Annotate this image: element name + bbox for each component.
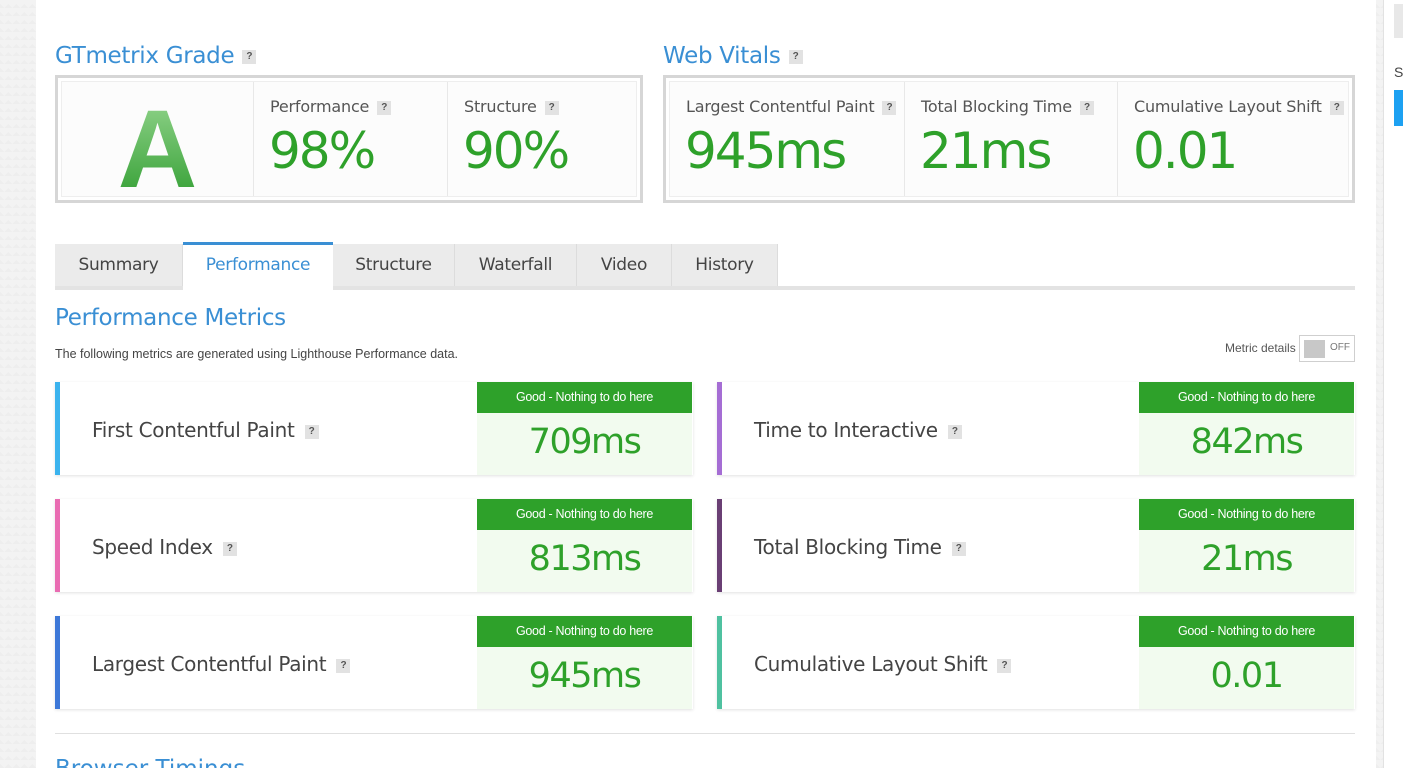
toggle-state: OFF xyxy=(1330,342,1350,353)
tab-waterfall[interactable]: Waterfall xyxy=(455,244,577,286)
lcp-cell: Largest Contentful Paint? 945ms xyxy=(670,82,905,196)
performance-value: 98% xyxy=(269,122,376,180)
metric-color-bar xyxy=(717,382,722,475)
sidebar-button[interactable] xyxy=(1394,4,1403,38)
metric-result: Good - Nothing to do here 945ms xyxy=(477,616,692,709)
help-icon[interactable]: ? xyxy=(336,658,351,673)
metric-status-badge: Good - Nothing to do here xyxy=(1139,616,1354,647)
metric-value: 709ms xyxy=(528,422,642,462)
metric-color-bar xyxy=(717,499,722,592)
lcp-value: 945ms xyxy=(685,122,847,180)
structure-cell: Structure? 90% xyxy=(448,82,636,196)
metric-status-badge: Good - Nothing to do here xyxy=(477,616,692,647)
metric-label: Largest Contentful Paint xyxy=(92,652,327,676)
metric-result: Good - Nothing to do here 709ms xyxy=(477,382,692,475)
help-icon[interactable]: ? xyxy=(222,541,237,556)
tbt-value: 21ms xyxy=(920,122,1052,180)
tbt-label: Total Blocking Time xyxy=(921,97,1072,116)
help-icon[interactable]: ? xyxy=(997,658,1012,673)
sidebar-share-letter: S xyxy=(1394,64,1403,80)
help-icon[interactable]: ? xyxy=(544,100,559,115)
grade-cell: A xyxy=(62,82,254,211)
metric-label: First Contentful Paint xyxy=(92,418,295,442)
section-divider xyxy=(55,733,1355,734)
metric-color-bar xyxy=(55,616,60,709)
metric-result: Good - Nothing to do here 0.01 xyxy=(1139,616,1354,709)
web-vitals-box: Largest Contentful Paint? 945ms Total Bl… xyxy=(663,75,1355,203)
help-icon[interactable]: ? xyxy=(947,424,962,439)
web-vitals-title: Web Vitals? xyxy=(663,43,803,69)
next-section-title-partial: Browser Timings xyxy=(55,756,245,768)
tab-structure[interactable]: Structure xyxy=(333,244,455,286)
help-icon[interactable]: ? xyxy=(242,49,257,64)
twitter-icon[interactable] xyxy=(1394,90,1403,126)
metric-status-badge: Good - Nothing to do here xyxy=(1139,382,1354,413)
structure-value: 90% xyxy=(463,122,570,180)
metric-details-label: Metric details xyxy=(1225,341,1296,355)
performance-label: Performance xyxy=(270,97,370,116)
lcp-label: Largest Contentful Paint xyxy=(686,97,875,116)
metric-status-badge: Good - Nothing to do here xyxy=(477,499,692,530)
metric-result: Good - Nothing to do here 21ms xyxy=(1139,499,1354,592)
help-icon[interactable]: ? xyxy=(304,424,319,439)
toggle-knob xyxy=(1304,340,1325,358)
cls-value: 0.01 xyxy=(1133,122,1238,180)
help-icon[interactable]: ? xyxy=(377,100,392,115)
tab-summary[interactable]: Summary xyxy=(55,244,183,286)
performance-metrics-title: Performance Metrics xyxy=(55,305,286,331)
metric-color-bar xyxy=(55,499,60,592)
help-icon[interactable]: ? xyxy=(882,100,897,115)
tab-history[interactable]: History xyxy=(672,244,778,286)
metric-details-toggle[interactable]: OFF xyxy=(1299,335,1355,362)
grade-letter: A xyxy=(117,88,198,211)
metric-card: Total Blocking Time? Good - Nothing to do… xyxy=(717,499,1355,592)
metric-value: 0.01 xyxy=(1210,656,1284,696)
gtmetrix-grade-box: A Performance? 98% Structure? 90% xyxy=(55,75,643,211)
cls-cell: Cumulative Layout Shift? 0.01 xyxy=(1118,82,1348,196)
help-icon[interactable]: ? xyxy=(1079,100,1094,115)
metric-card: First Contentful Paint? Good - Nothing to… xyxy=(55,382,693,475)
tab-video[interactable]: Video xyxy=(577,244,672,286)
metric-result: Good - Nothing to do here 813ms xyxy=(477,499,692,592)
metric-value: 842ms xyxy=(1190,422,1304,462)
tab-performance[interactable]: Performance xyxy=(183,242,333,290)
metric-color-bar xyxy=(55,382,60,475)
performance-metrics-description: The following metrics are generated usin… xyxy=(55,347,459,361)
metric-result: Good - Nothing to do here 842ms xyxy=(1139,382,1354,475)
tbt-cell: Total Blocking Time? 21ms xyxy=(905,82,1118,196)
metric-status-badge: Good - Nothing to do here xyxy=(1139,499,1354,530)
structure-label: Structure xyxy=(464,97,537,116)
help-icon[interactable]: ? xyxy=(1329,100,1344,115)
cls-label: Cumulative Layout Shift xyxy=(1134,97,1322,116)
metric-label: Time to Interactive xyxy=(754,418,938,442)
metric-label: Total Blocking Time xyxy=(754,535,942,559)
metric-card: Largest Contentful Paint? Good - Nothing … xyxy=(55,616,693,709)
metric-value: 813ms xyxy=(528,539,642,579)
right-sidebar: S xyxy=(1383,0,1403,768)
help-icon[interactable]: ? xyxy=(951,541,966,556)
metric-value: 945ms xyxy=(528,656,642,696)
report-tabs: Summary Performance Structure Waterfall … xyxy=(55,242,1355,290)
metric-label: Cumulative Layout Shift xyxy=(754,652,988,676)
metric-color-bar xyxy=(717,616,722,709)
metric-card: Time to Interactive? Good - Nothing to do… xyxy=(717,382,1355,475)
metric-card: Cumulative Layout Shift? Good - Nothing t… xyxy=(717,616,1355,709)
metric-value: 21ms xyxy=(1201,539,1293,579)
gtmetrix-grade-title: GTmetrix Grade? xyxy=(55,43,257,69)
performance-cell: Performance? 98% xyxy=(254,82,448,196)
metric-label: Speed Index xyxy=(92,535,213,559)
help-icon[interactable]: ? xyxy=(788,49,803,64)
metric-card: Speed Index? Good - Nothing to do here 813… xyxy=(55,499,693,592)
metric-status-badge: Good - Nothing to do here xyxy=(477,382,692,413)
